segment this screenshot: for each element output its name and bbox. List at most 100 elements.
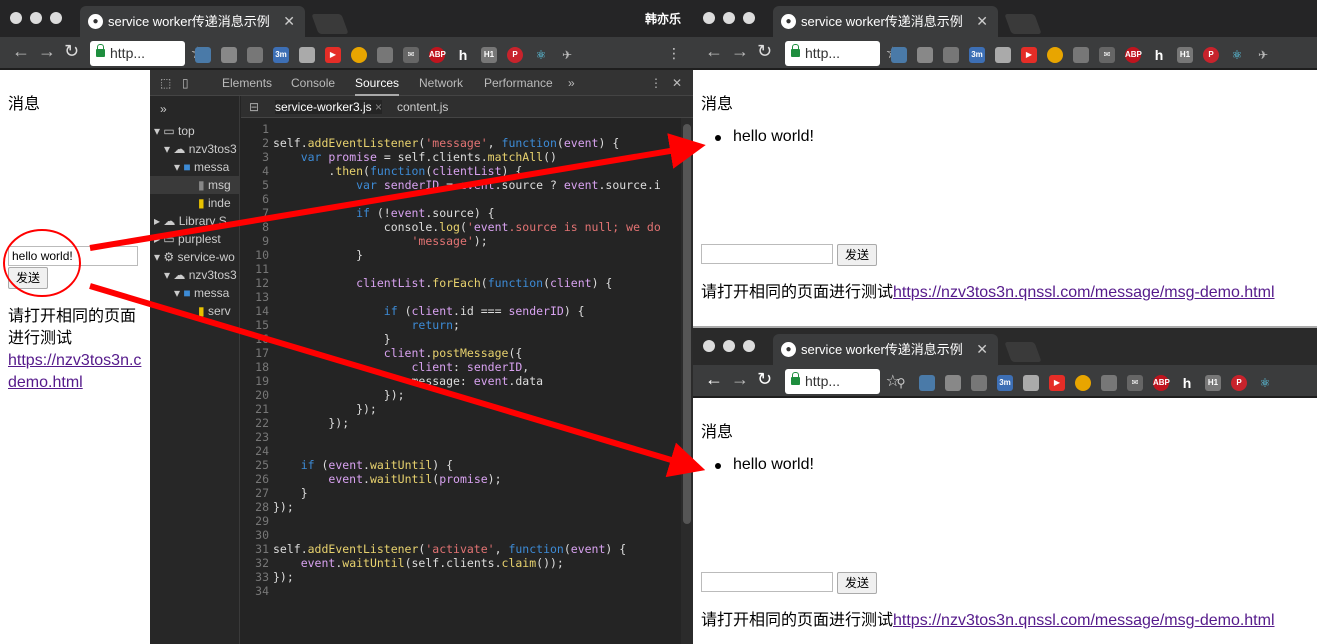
adblock-icon[interactable]: ABP	[429, 47, 446, 63]
mail-icon[interactable]: ✉	[1127, 375, 1143, 391]
close-tab-icon[interactable]: ✕	[976, 6, 988, 37]
browser-tab[interactable]: ● service worker传递消息示例 ✕	[773, 334, 998, 365]
extension-3m-icon[interactable]: 3m	[969, 47, 985, 63]
maximize-window-icon[interactable]	[743, 12, 755, 24]
demo-link-cont[interactable]: demo.html	[8, 374, 83, 391]
tab-sources[interactable]: Sources	[355, 76, 400, 96]
close-window-icon[interactable]	[10, 12, 22, 24]
extension-3m-icon[interactable]: 3m	[997, 375, 1013, 391]
tree-item[interactable]: ▾ ■ messa	[174, 158, 229, 176]
editor-scrollbar[interactable]	[681, 118, 693, 644]
back-icon[interactable]: ←	[705, 369, 723, 390]
tree-item[interactable]: ▮ serv	[198, 302, 231, 320]
h-extension-icon[interactable]: h	[1179, 375, 1195, 391]
minimize-window-icon[interactable]	[30, 12, 42, 24]
message-input[interactable]	[701, 244, 833, 264]
send-button[interactable]: 发送	[837, 572, 877, 594]
address-bar[interactable]: http... ☆	[785, 41, 900, 66]
address-bar[interactable]: http... ☆	[785, 369, 900, 394]
h-extension-icon[interactable]: h	[1151, 47, 1167, 63]
inspect-icon[interactable]: ⬚	[160, 76, 171, 90]
scrollbar-thumb[interactable]	[683, 124, 691, 524]
reload-icon[interactable]: ↻	[64, 41, 79, 62]
address-bar[interactable]: http... ☆	[90, 41, 205, 66]
user-name[interactable]: 韩亦乐	[645, 10, 681, 27]
extension-icon[interactable]	[377, 47, 393, 63]
extension-icon[interactable]	[195, 47, 211, 63]
tree-item[interactable]: ▾ ⚙ service-wo	[154, 248, 235, 266]
adblock-icon[interactable]: ABP	[1125, 47, 1142, 63]
device-toggle-icon[interactable]: ▯	[182, 76, 189, 90]
close-tab-icon[interactable]: ✕	[283, 6, 295, 37]
tree-item[interactable]: ▾ ☁ nzv3tos3	[164, 140, 237, 158]
devtools-close-icon[interactable]: ✕	[672, 76, 682, 90]
menu-icon[interactable]: ⋮	[667, 45, 681, 62]
h1-extension-icon[interactable]: H1	[1177, 47, 1193, 63]
minimize-window-icon[interactable]	[723, 12, 735, 24]
tree-item[interactable]: ▮ inde	[198, 194, 231, 212]
new-tab-button[interactable]	[311, 14, 349, 34]
pinterest-icon[interactable]: P	[1231, 375, 1247, 391]
browser-tab[interactable]: ● service worker传递消息示例 ✕	[80, 6, 305, 37]
toggle-navigator-icon[interactable]: ⊟	[249, 100, 259, 114]
extension-icon[interactable]	[1073, 47, 1089, 63]
bird-icon[interactable]: ✈	[1255, 47, 1271, 63]
bird-icon[interactable]: ✈	[559, 47, 575, 63]
pinterest-icon[interactable]: P	[507, 47, 523, 63]
tree-item[interactable]: ▸ ▭ purplest	[154, 230, 221, 248]
h1-extension-icon[interactable]: H1	[1205, 375, 1221, 391]
extension-icon[interactable]	[919, 375, 935, 391]
maximize-window-icon[interactable]	[50, 12, 62, 24]
magnifier-icon[interactable]	[299, 47, 315, 63]
tree-item[interactable]: ▾ ☁ nzv3tos3	[164, 266, 237, 284]
pinterest-icon[interactable]: P	[1203, 47, 1219, 63]
react-icon[interactable]: ⚛	[533, 47, 549, 63]
reload-icon[interactable]: ↻	[757, 369, 772, 390]
react-icon[interactable]: ⚛	[1229, 47, 1245, 63]
search-icon[interactable]: ⚲	[893, 375, 909, 391]
tab-console[interactable]: Console	[291, 76, 335, 90]
h-extension-icon[interactable]: h	[455, 47, 471, 63]
h1-extension-icon[interactable]: H1	[481, 47, 497, 63]
forward-icon[interactable]: →	[731, 41, 749, 62]
more-tabs-icon[interactable]: »	[568, 76, 575, 90]
close-window-icon[interactable]	[703, 340, 715, 352]
extension-icon[interactable]	[1101, 375, 1117, 391]
navigator-more-icon[interactable]: »	[160, 100, 167, 118]
new-tab-button[interactable]	[1004, 342, 1042, 362]
tab-elements[interactable]: Elements	[222, 76, 272, 90]
youtube-icon[interactable]: ▶	[1049, 375, 1065, 391]
chrome-ext-icon[interactable]	[351, 47, 367, 63]
devtools-menu-icon[interactable]: ⋮	[650, 76, 662, 90]
file-tab-service-worker[interactable]: service-worker3.js ×	[275, 100, 383, 114]
adblock-icon[interactable]: ABP	[1153, 375, 1170, 391]
tab-network[interactable]: Network	[419, 76, 463, 90]
tree-item[interactable]: ▾ ▭ top	[154, 122, 195, 140]
extension-3m-icon[interactable]: 3m	[273, 47, 289, 63]
browser-tab[interactable]: ● service worker传递消息示例 ✕	[773, 6, 998, 37]
demo-link[interactable]: https://nzv3tos3n.c	[8, 352, 141, 369]
demo-link[interactable]: https://nzv3tos3n.qnssl.com/message/msg-…	[893, 284, 1275, 301]
back-icon[interactable]: ←	[12, 41, 30, 62]
reload-icon[interactable]: ↻	[757, 41, 772, 62]
extension-icon[interactable]	[247, 47, 263, 63]
youtube-icon[interactable]: ▶	[1021, 47, 1037, 63]
extension-icon[interactable]	[945, 375, 961, 391]
message-input[interactable]	[701, 572, 833, 592]
magnifier-icon[interactable]	[1023, 375, 1039, 391]
tree-item[interactable]: ▸ ☁ Library S	[154, 212, 227, 230]
forward-icon[interactable]: →	[38, 41, 56, 62]
mail-icon[interactable]: ✉	[403, 47, 419, 63]
new-tab-button[interactable]	[1004, 14, 1042, 34]
mail-icon[interactable]: ✉	[1099, 47, 1115, 63]
tree-item[interactable]: ▾ ■ messa	[174, 284, 229, 302]
extension-icon[interactable]	[971, 375, 987, 391]
chrome-ext-icon[interactable]	[1047, 47, 1063, 63]
extension-icon[interactable]	[943, 47, 959, 63]
magnifier-icon[interactable]	[995, 47, 1011, 63]
youtube-icon[interactable]: ▶	[325, 47, 341, 63]
forward-icon[interactable]: →	[731, 369, 749, 390]
back-icon[interactable]: ←	[705, 41, 723, 62]
code-editor[interactable]: 1 2 3 4 5 6 7 8 9 10 11 12 13 14 15 16 17 18 19 20 21 22 23 24 2…	[241, 118, 681, 644]
extension-icon[interactable]	[891, 47, 907, 63]
